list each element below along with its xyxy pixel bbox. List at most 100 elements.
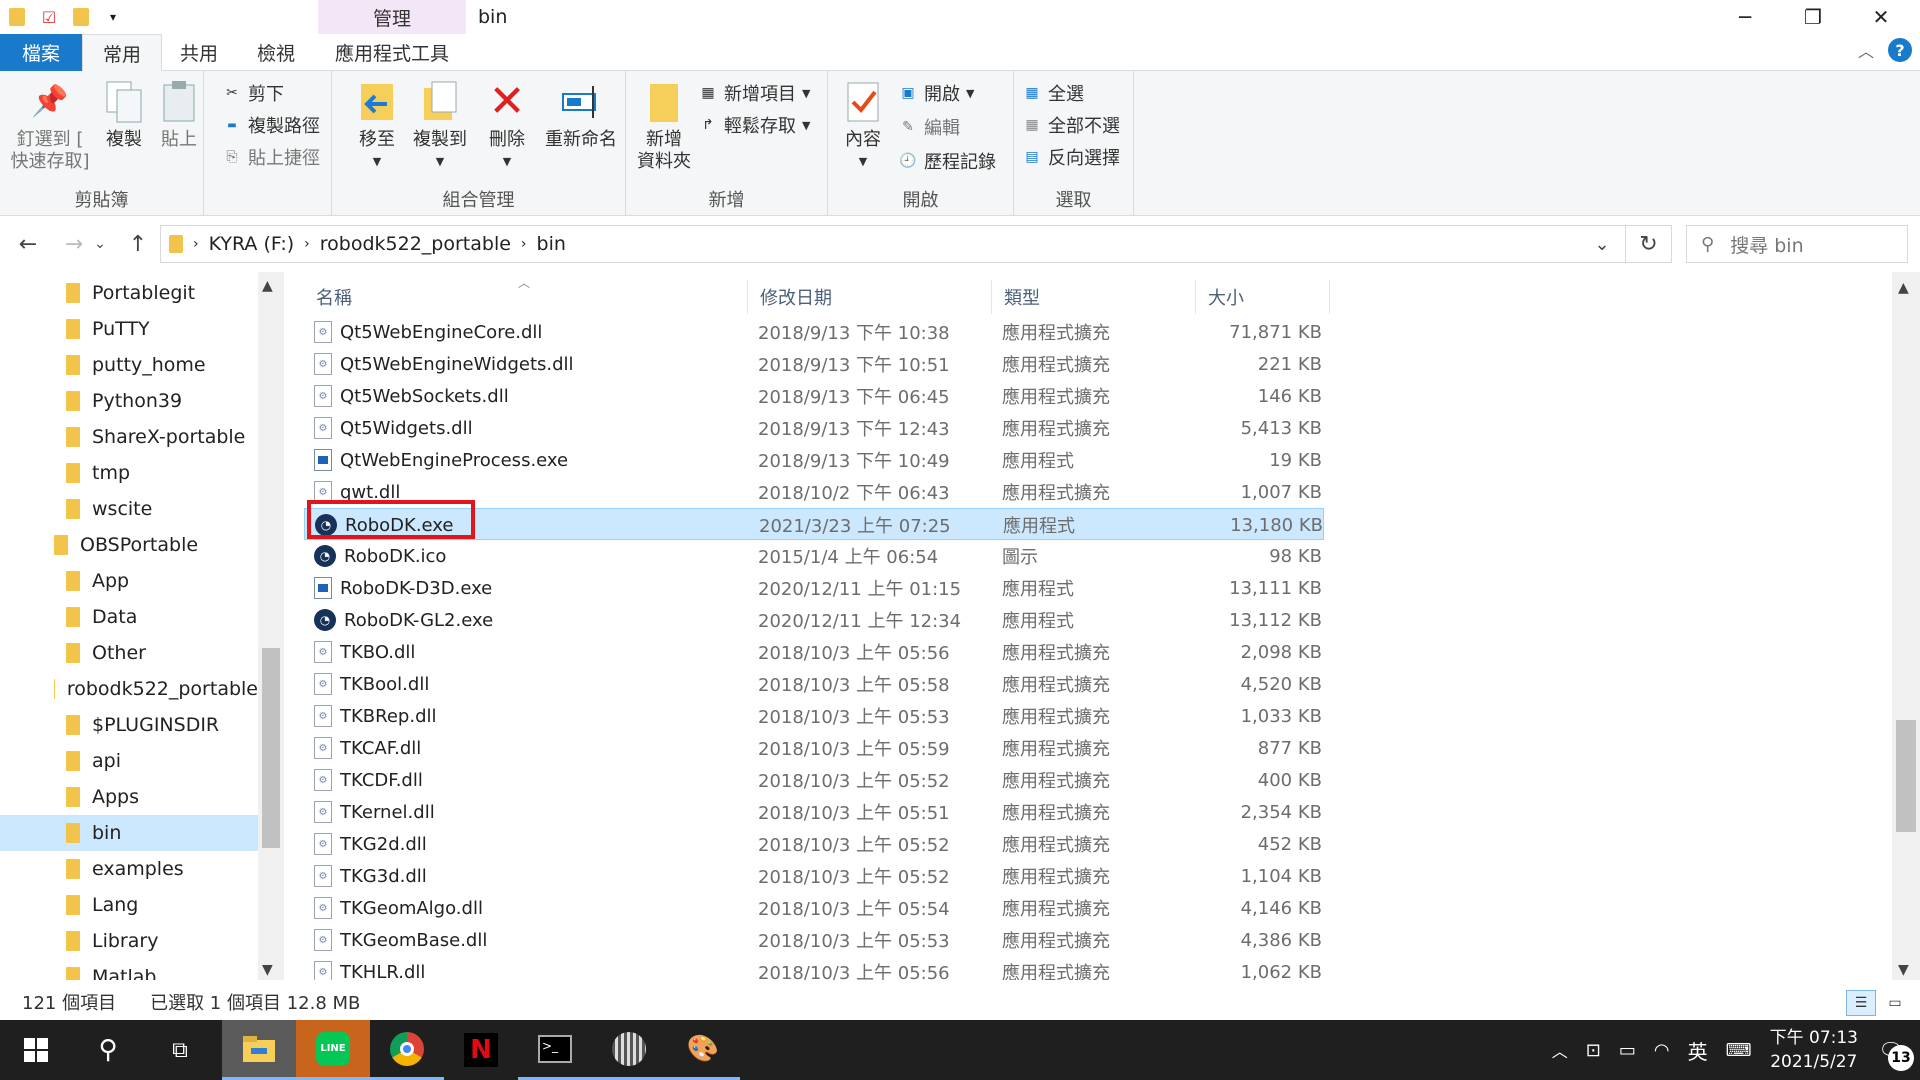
recent-locations-icon[interactable]: ⌄: [90, 217, 110, 271]
customize-qat-icon[interactable]: ▾: [102, 6, 124, 28]
nav-tree-item[interactable]: robodk522_portable: [0, 671, 258, 707]
task-view-icon[interactable]: ⧉: [144, 1020, 216, 1080]
rename-button[interactable]: 重新命名: [540, 79, 622, 151]
properties-button[interactable]: 內容 ▼: [838, 79, 888, 173]
file-explorer-icon[interactable]: [222, 1020, 296, 1080]
breadcrumb-drive[interactable]: KYRA (F:): [209, 233, 295, 255]
edit-button[interactable]: ✎ 編輯: [898, 113, 960, 141]
collapse-ribbon-icon[interactable]: ︿: [1858, 38, 1874, 62]
nav-tree-item[interactable]: Lang: [0, 887, 258, 923]
file-list-scroll-thumb[interactable]: [1896, 720, 1916, 832]
file-row[interactable]: ⚙ TKBO.dll 2018/10/3 上午 05:56 應用程式擴充 2,098 K…: [304, 636, 1324, 668]
properties-check-icon[interactable]: ☑: [38, 6, 60, 28]
nav-tree-item[interactable]: Other: [0, 635, 258, 671]
nav-tree-item[interactable]: Library: [0, 923, 258, 959]
copy-button[interactable]: 複製: [96, 79, 152, 151]
tab-view[interactable]: 檢視: [236, 34, 316, 71]
pin-quick-access-button[interactable]: 📌 釘選到 [ 快速存取]: [6, 79, 94, 173]
ime-icon[interactable]: ⌨: [1726, 1040, 1752, 1061]
column-header-name[interactable]: 名稱 ︿: [304, 276, 748, 314]
history-button[interactable]: 🕘 歷程記錄: [898, 147, 996, 175]
battery-icon[interactable]: ▭: [1619, 1040, 1636, 1061]
tab-home[interactable]: 常用: [82, 34, 162, 72]
scroll-up-icon[interactable]: ▲: [1898, 280, 1909, 296]
delete-button[interactable]: ✕ 刪除 ▼: [482, 79, 532, 173]
nav-tree-item[interactable]: putty_home: [0, 347, 258, 383]
tab-app-tools[interactable]: 應用程式工具: [318, 34, 466, 71]
nav-tree-item[interactable]: ShareX-portable: [0, 419, 258, 455]
file-row[interactable]: ⚙ Qt5WebEngineWidgets.dll 2018/9/13 下午 10:…: [304, 348, 1324, 380]
up-arrow-icon[interactable]: ↑: [120, 217, 156, 271]
scroll-up-icon[interactable]: ▲: [262, 278, 273, 294]
column-header-type[interactable]: 類型: [992, 280, 1196, 314]
nav-pane-scroll-thumb[interactable]: [262, 648, 280, 848]
cut-button[interactable]: ✂ 剪下: [222, 79, 284, 107]
column-header-date[interactable]: 修改日期: [748, 280, 992, 314]
back-arrow-icon[interactable]: ←: [10, 217, 46, 271]
nav-tree-item[interactable]: PuTTY: [0, 311, 258, 347]
meet-now-icon[interactable]: ⊡: [1586, 1040, 1601, 1061]
nav-tree-item[interactable]: $PLUGINSDIR: [0, 707, 258, 743]
file-row[interactable]: ⚙ TKernel.dll 2018/10/3 上午 05:51 應用程式擴充 2,35…: [304, 796, 1324, 828]
start-windows-icon[interactable]: [0, 1020, 72, 1080]
paste-button[interactable]: 貼上: [154, 79, 204, 151]
details-view-icon[interactable]: ☰: [1846, 990, 1876, 1016]
notification-center-icon[interactable]: 🗨13: [1876, 1035, 1914, 1071]
move-to-button[interactable]: 移至 ▼: [350, 79, 404, 173]
breadcrumb-robodk[interactable]: robodk522_portable: [320, 233, 511, 255]
nav-tree-item[interactable]: wscite: [0, 491, 258, 527]
file-row[interactable]: ⚙ Qt5Widgets.dll 2018/9/13 下午 12:43 應用程式擴充 5…: [304, 412, 1324, 444]
large-icons-view-icon[interactable]: ▭: [1880, 990, 1910, 1016]
file-row[interactable]: ◔ RoboDK-GL2.exe 2020/12/11 上午 12:34 應用程式 13…: [304, 604, 1324, 636]
paint-icon[interactable]: 🎨: [666, 1020, 740, 1080]
context-tab-manage[interactable]: 管理: [318, 0, 466, 34]
scroll-down-icon[interactable]: ▼: [1898, 962, 1909, 978]
file-row[interactable]: ◔ RoboDK.ico 2015/1/4 上午 06:54 圖示 98 KB: [304, 540, 1324, 572]
scroll-down-icon[interactable]: ▼: [262, 962, 273, 978]
select-none-button[interactable]: ▦ 全部不選: [1022, 111, 1120, 139]
file-row[interactable]: ⚙ TKG3d.dll 2018/10/3 上午 05:52 應用程式擴充 1,104 …: [304, 860, 1324, 892]
help-button[interactable]: ?: [1888, 38, 1912, 62]
invert-selection-button[interactable]: ▤ 反向選擇: [1022, 143, 1120, 171]
tray-overflow-chevron-icon[interactable]: ︿: [1552, 1038, 1568, 1062]
close-button[interactable]: ✕: [1852, 0, 1910, 34]
file-row[interactable]: ⚙ TKCAF.dll 2018/10/3 上午 05:59 應用程式擴充 877 KB: [304, 732, 1324, 764]
nav-tree-item[interactable]: Portablegit: [0, 275, 258, 311]
robodk-taskbar-icon[interactable]: [592, 1020, 666, 1080]
nav-tree-item[interactable]: Matlab: [0, 959, 258, 980]
address-history-dropdown-icon[interactable]: ⌄: [1578, 225, 1626, 263]
input-language[interactable]: 英: [1688, 1036, 1708, 1065]
easy-access-button[interactable]: ↱ 輕鬆存取 ▼: [698, 111, 810, 139]
nav-tree-item[interactable]: bin: [0, 815, 258, 851]
nav-tree-item[interactable]: App: [0, 563, 258, 599]
nav-tree-item[interactable]: Apps: [0, 779, 258, 815]
nav-tree-item[interactable]: Python39: [0, 383, 258, 419]
nav-tree-item[interactable]: Data: [0, 599, 258, 635]
nav-tree-item[interactable]: OBSPortable: [0, 527, 258, 563]
file-row[interactable]: ⚙ TKG2d.dll 2018/10/3 上午 05:52 應用程式擴充 452 KB: [304, 828, 1324, 860]
line-app-icon[interactable]: LINE: [296, 1020, 370, 1080]
search-icon[interactable]: ⚲: [72, 1020, 144, 1080]
paste-shortcut-button[interactable]: ⎘ 貼上捷徑: [222, 143, 320, 171]
chrome-icon[interactable]: [370, 1020, 444, 1080]
file-row[interactable]: ⚙ TKGeomAlgo.dll 2018/10/3 上午 05:54 應用程式擴充 4…: [304, 892, 1324, 924]
file-row[interactable]: ⚙ Qt5WebEngineCore.dll 2018/9/13 下午 10:38 應…: [304, 316, 1324, 348]
maximize-button[interactable]: ❐: [1784, 0, 1842, 34]
minimize-button[interactable]: ─: [1716, 0, 1774, 34]
search-box[interactable]: ⚲ 搜尋 bin: [1686, 225, 1908, 263]
file-row[interactable]: ⚙ Qt5WebSockets.dll 2018/9/13 下午 06:45 應用程式…: [304, 380, 1324, 412]
file-row[interactable]: ⚙ TKBool.dll 2018/10/3 上午 05:58 應用程式擴充 4,520…: [304, 668, 1324, 700]
new-item-button[interactable]: ▦ 新增項目 ▼: [698, 79, 810, 107]
refresh-icon[interactable]: ↻: [1626, 225, 1672, 263]
file-row[interactable]: ⚙ TKGeomBase.dll 2018/10/3 上午 05:53 應用程式擴充 4…: [304, 924, 1324, 956]
copy-path-button[interactable]: ▬ 複製路徑: [222, 111, 320, 139]
forward-arrow-icon[interactable]: →: [56, 217, 92, 271]
file-row[interactable]: ⚙ TKHLR.dll 2018/10/3 上午 05:56 應用程式擴充 1,062 …: [304, 956, 1324, 980]
clock[interactable]: 下午 07:13 2021/5/27: [1770, 1026, 1858, 1074]
nav-tree-item[interactable]: api: [0, 743, 258, 779]
open-button[interactable]: ▣ 開啟 ▼: [898, 79, 974, 107]
new-folder-button[interactable]: 新增 資料夾: [634, 79, 694, 173]
nav-tree-item[interactable]: examples: [0, 851, 258, 887]
copy-to-button[interactable]: 複製到 ▼: [408, 79, 472, 173]
file-list-scrollbar[interactable]: [1892, 272, 1920, 980]
